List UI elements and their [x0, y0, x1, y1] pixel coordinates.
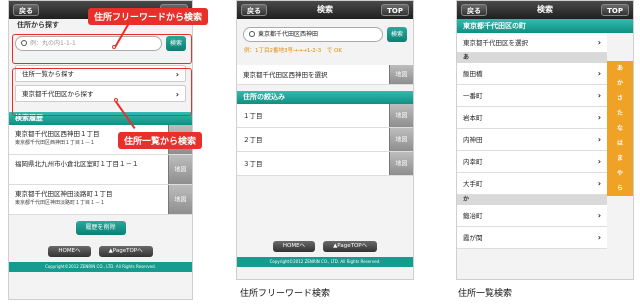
chevron-right-icon: › [597, 233, 601, 242]
map-button[interactable]: 地図 [389, 128, 413, 151]
top-button[interactable]: TOP [601, 4, 629, 16]
list-item[interactable]: 一番町 › [457, 85, 607, 107]
index-ta[interactable]: た [607, 106, 633, 121]
footer-nav: HOMEへ ▲PageTOPへ [237, 236, 413, 257]
copyright: Copyright©2012 ZENRIN CO., LTD. All Righ… [237, 257, 413, 267]
chevron-right-icon: › [597, 69, 601, 78]
narrow-section-title: 住所の絞込み [237, 91, 413, 104]
highlight-box-list [12, 68, 192, 116]
town-section-title: 東京都千代田区の町 [457, 19, 633, 33]
group-header-ka: か [457, 195, 607, 205]
header-bar: 戻る 検索 TOP [237, 1, 413, 19]
back-button[interactable]: 戻る [13, 4, 39, 16]
index-na[interactable]: な [607, 121, 633, 136]
callout-free-word: 住所フリーワードから検索 [88, 8, 209, 25]
caption-address-list: 住所一覧検索 [458, 289, 513, 299]
pagetop-button[interactable]: ▲PageTOPへ [323, 241, 378, 252]
list-item[interactable]: 岩本町 › [457, 107, 607, 129]
free-word-search-bar: 東京都千代田区西神田 検索 [237, 19, 413, 46]
list-item[interactable]: 鍛冶町 › [457, 205, 607, 227]
input-hint: 例：1丁目2番地3号→→→1-2-3 で OK [244, 48, 342, 54]
index-ra[interactable]: ら [607, 181, 633, 196]
list-item[interactable]: １丁目 地図 [237, 104, 413, 128]
map-button[interactable]: 地図 [389, 104, 413, 127]
footer-nav: HOMEへ ▲PageTOPへ [9, 241, 192, 262]
history-item[interactable]: 東京都千代田区神田淡路町１丁目 東京都千代田区神田淡路町１丁目１－１ 地図 [9, 185, 192, 215]
index-ya[interactable]: や [607, 166, 633, 181]
header-bar: 戻る 検索 TOP [457, 1, 633, 19]
map-button[interactable]: 地図 [168, 155, 192, 184]
chevron-right-icon: › [597, 179, 601, 188]
map-button[interactable]: 地図 [389, 152, 413, 175]
index-a[interactable]: あ [607, 61, 633, 76]
delete-history-button[interactable]: 履歴を削除 [75, 221, 126, 235]
index-ha[interactable]: は [607, 136, 633, 151]
pagetop-button[interactable]: ▲PageTOPへ [98, 246, 153, 257]
search-icon [249, 31, 255, 37]
chevron-right-icon: › [597, 113, 601, 122]
caption-free-word: 住所フリーワード検索 [240, 289, 331, 299]
callout-dot [112, 45, 116, 49]
home-button[interactable]: HOMEへ [48, 246, 91, 257]
home-button[interactable]: HOMEへ [272, 241, 316, 252]
kana-index: あ か さ た な は ま や ら [607, 61, 633, 196]
chevron-right-icon: › [597, 135, 601, 144]
map-button[interactable]: 地図 [389, 65, 413, 84]
list-item[interactable]: 飯田橋 › [457, 63, 607, 85]
copyright: Copyright©2012 ZENRIN CO., LTD. All Righ… [9, 262, 192, 272]
history-item[interactable]: 福岡県北九州市小倉北区室町１丁目１－１ 地図 [9, 155, 192, 185]
chevron-right-icon: › [597, 157, 601, 166]
address-search-input[interactable]: 東京都千代田区西神田 [243, 27, 383, 42]
index-ma[interactable]: ま [607, 151, 633, 166]
chevron-right-icon: › [597, 38, 601, 47]
highlight-box-free-word [12, 34, 192, 64]
select-city-row[interactable]: 東京都千代田区を選択 › [457, 33, 607, 53]
chevron-right-icon: › [597, 91, 601, 100]
phone-free-word-search: 戻る 検索 TOP 東京都千代田区西神田 検索 例：1丁目2番地3号→→→1-2… [236, 0, 414, 280]
list-item[interactable]: 内神田 › [457, 129, 607, 151]
chevron-right-icon: › [597, 211, 601, 220]
top-button[interactable]: TOP [381, 4, 409, 16]
list-item[interactable]: ２丁目 地図 [237, 128, 413, 152]
index-ka[interactable]: か [607, 76, 633, 91]
phone-address-list: 戻る 検索 TOP 東京都千代田区の町 東京都千代田区を選択 › あ 飯田橋 › 一… [456, 0, 634, 280]
select-area-row[interactable]: 東京都千代田区西神田を選択 地図 [237, 65, 413, 85]
map-button[interactable]: 地図 [168, 185, 192, 214]
list-item[interactable]: 霞が関 › [457, 227, 607, 249]
callout-list: 住所一覧から検索 [118, 132, 203, 149]
group-header-a: あ [457, 53, 607, 63]
search-button[interactable]: 検索 [386, 27, 407, 42]
callout-dot [114, 98, 118, 102]
list-item[interactable]: 内幸町 › [457, 151, 607, 173]
index-sa[interactable]: さ [607, 91, 633, 106]
list-item[interactable]: ３丁目 地図 [237, 152, 413, 176]
list-item[interactable]: 大手町 › [457, 173, 607, 195]
